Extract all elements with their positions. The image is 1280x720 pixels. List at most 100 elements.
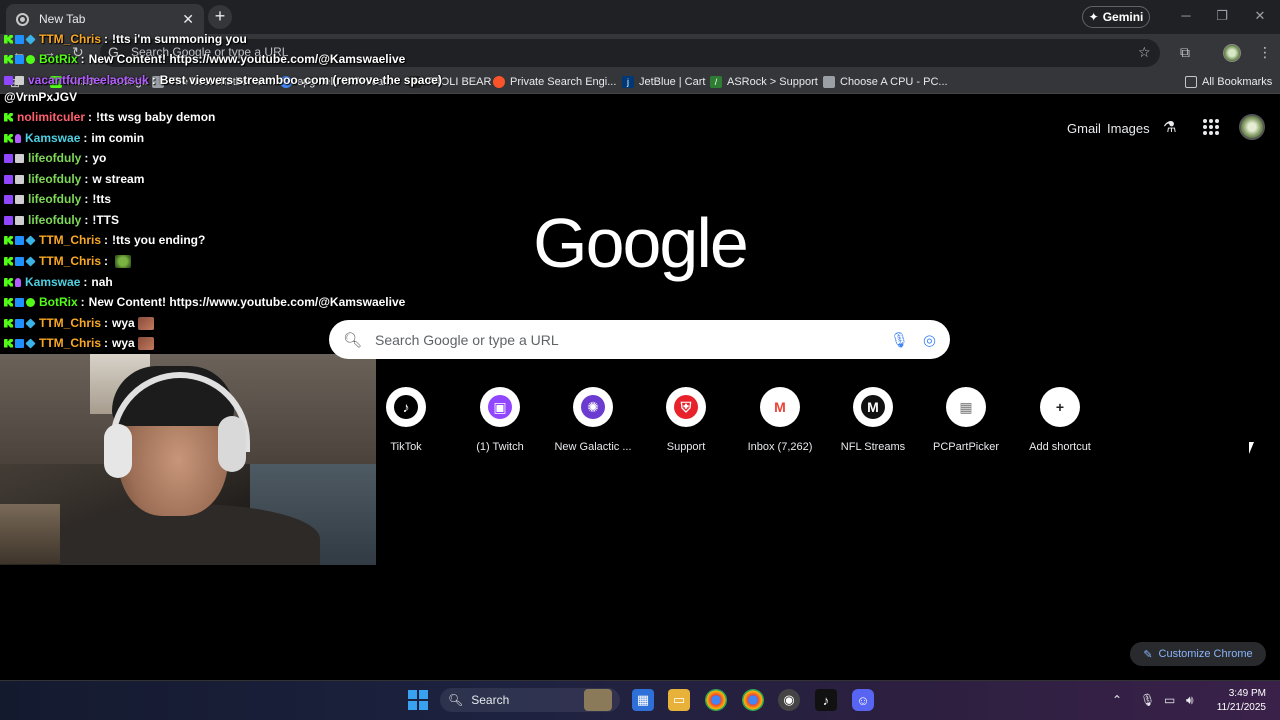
bookmark-star-icon[interactable]: ☆ [1138, 44, 1151, 61]
network-icon[interactable]: ▭ [1164, 693, 1175, 707]
gmail-icon: M [760, 387, 800, 427]
gem-badge-icon [25, 337, 36, 349]
obs-icon[interactable]: ◉ [778, 689, 800, 711]
verify-badge-icon [26, 297, 35, 307]
shortcut-tile[interactable]: M NFL Streams [826, 387, 920, 453]
labs-flask-icon[interactable]: ⚗ [1163, 118, 1181, 136]
shortcut-label: Add shortcut [1029, 441, 1091, 453]
chat-username: nolimitculer [17, 110, 86, 124]
grey-badge-icon [15, 174, 24, 184]
chat-badges [4, 174, 24, 184]
webcam-overlay [0, 354, 376, 565]
microphone-icon[interactable]: 🎙︎ [1140, 693, 1155, 707]
plus-icon: + [1040, 387, 1080, 427]
extensions-icon[interactable]: ⧉ [1180, 44, 1190, 61]
shortcut-tile[interactable]: ⛨ Support [639, 387, 733, 453]
bookmark-item[interactable]: j JetBlue | Cart [622, 76, 705, 88]
chat-separator: : [88, 110, 93, 124]
kick-badge-icon [4, 297, 13, 307]
kick-badge-icon [4, 54, 13, 64]
restore-icon[interactable]: ❐ [1212, 8, 1232, 24]
discord-icon[interactable]: ☺ [852, 689, 874, 711]
profile-avatar[interactable] [1223, 44, 1241, 62]
bookmark-label: Choose A CPU - PC... [840, 76, 948, 88]
chat-message: nolimitculer: !tts wsg baby demon [4, 108, 215, 126]
chat-badges [4, 54, 35, 64]
volume-icon[interactable]: 🔊︎ [1186, 693, 1194, 708]
chat-message: TTM_Chris: wya [4, 334, 154, 352]
mod-badge-icon [15, 338, 24, 348]
window-close-icon[interactable]: ✕ [1250, 8, 1270, 24]
gmail-link[interactable]: Gmail [1067, 121, 1101, 136]
windows-start-icon[interactable] [408, 690, 428, 710]
images-link[interactable]: Images [1107, 121, 1150, 136]
google-search-box[interactable]: 🔍︎ Search Google or type a URL 🎙︎ ◎ [329, 320, 950, 359]
taskbar-search-label: Search [471, 693, 510, 707]
search-placeholder: Search Google or type a URL [375, 331, 559, 348]
voice-search-icon[interactable]: 🎙︎ [890, 331, 909, 349]
chat-text: !tts wsg baby demon [96, 110, 216, 124]
asrock-icon: / [710, 76, 722, 88]
chrome-profile-taskbar-icon[interactable] [742, 689, 764, 711]
customize-label: Customize Chrome [1158, 648, 1253, 660]
taskbar-clock[interactable]: 3:49 PM 11/21/2025 [1206, 687, 1266, 715]
chat-message: BotRix: New Content! https://www.youtube.… [4, 50, 405, 68]
bookmark-item[interactable]: Private Search Engi... [493, 76, 616, 88]
gemini-button[interactable]: ✦ Gemini [1082, 6, 1150, 28]
chat-separator: : [80, 295, 85, 309]
tray-chevron-icon[interactable]: ⌃ [1112, 693, 1122, 707]
mouse-cursor [1249, 442, 1259, 454]
chat-message: vacantfurtheelaotsuk: Best viewers stream… [4, 71, 442, 89]
chat-message: TTM_Chris: !tts i'm summoning you [4, 30, 247, 48]
shortcut-tile[interactable]: M Inbox (7,262) [733, 387, 827, 453]
twitch-badge-icon [4, 75, 13, 85]
chat-username: lifeofduly [28, 151, 82, 165]
search-icon: 🔍︎ [343, 331, 363, 349]
gem-badge-icon [25, 33, 36, 45]
tiktok-live-icon[interactable]: ♪ [815, 689, 837, 711]
google-apps-icon[interactable] [1203, 119, 1219, 135]
shortcut-tile[interactable]: ✺ New Galactic ... [546, 387, 640, 453]
google-account-avatar[interactable] [1239, 114, 1265, 140]
twitch-badge-icon [4, 153, 13, 163]
grey-badge-icon [15, 75, 24, 85]
chrome-taskbar-icon[interactable] [705, 689, 727, 711]
customize-chrome-button[interactable]: ✎ Customize Chrome [1130, 642, 1266, 666]
chrome-menu-icon[interactable]: ⋮ [1258, 44, 1272, 61]
tab-close-icon[interactable]: ✕ [182, 11, 194, 28]
chat-text: Best viewers streamboo .com (remove the … [159, 73, 442, 87]
chat-text: wya [112, 316, 135, 330]
brave-icon [493, 76, 505, 88]
chat-text: wya [112, 336, 135, 350]
bookmark-label: ASRock > Support [727, 76, 818, 88]
chat-separator: : [84, 151, 89, 165]
chat-emote-icon [137, 316, 154, 330]
chat-username: lifeofduly [28, 172, 82, 186]
all-bookmarks[interactable]: All Bookmarks [1185, 76, 1272, 88]
pcpartpicker-icon [823, 76, 835, 88]
shortcut-tile[interactable]: ▦ PCPartPicker [919, 387, 1013, 453]
store-icon[interactable]: ▦ [632, 689, 654, 711]
twitch-badge-icon [4, 174, 13, 184]
chat-text: yo [92, 151, 107, 165]
msi-shield-icon: ⛨ [666, 387, 706, 427]
chat-badges [4, 337, 36, 349]
gemini-sparkle-icon: ✦ [1088, 10, 1099, 24]
chat-badges [4, 317, 36, 329]
new-tab-button[interactable]: + [208, 5, 232, 29]
bookmark-item[interactable]: Choose A CPU - PC... [823, 76, 948, 88]
chat-message: lifeofduly: w stream [4, 170, 144, 188]
chat-separator: : [104, 316, 109, 330]
clock-time: 3:49 PM [1228, 688, 1266, 699]
google-lens-icon[interactable]: ◎ [923, 331, 936, 349]
file-explorer-icon[interactable]: ▭ [668, 689, 690, 711]
minimize-icon[interactable]: ─ [1176, 8, 1196, 23]
widgets-icon[interactable] [584, 689, 612, 711]
shortcut-tile[interactable]: + Add shortcut [1013, 387, 1107, 453]
chat-badges [4, 153, 24, 163]
bookmark-item[interactable]: / ASRock > Support [710, 76, 818, 88]
twitch-icon: ▣ [480, 387, 520, 427]
chat-separator: : [83, 131, 88, 145]
shortcut-tile[interactable]: ♪ TikTok [359, 387, 453, 453]
shortcut-tile[interactable]: ▣ (1) Twitch [453, 387, 547, 453]
